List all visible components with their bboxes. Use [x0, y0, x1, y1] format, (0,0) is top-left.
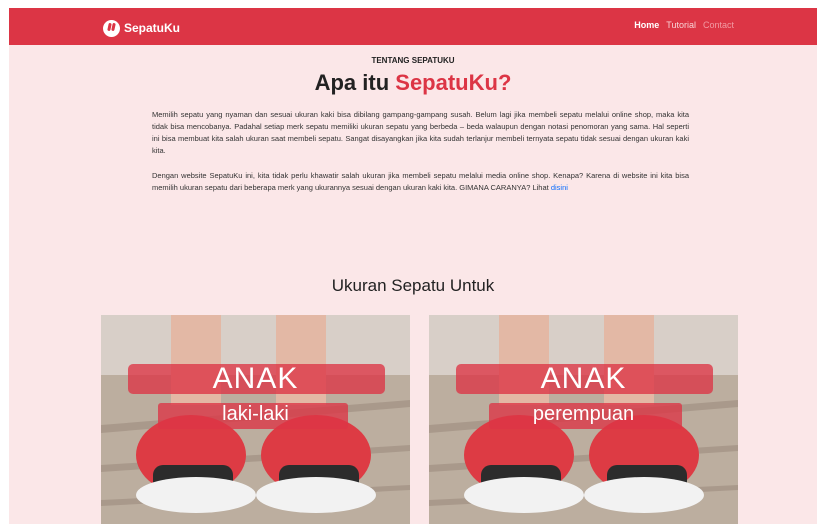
title-prefix: Apa itu [314, 70, 396, 95]
about-paragraph-2: Dengan website SepatuKu ini, kita tidak … [152, 170, 689, 194]
brand-name: SepatuKu [124, 21, 181, 35]
nav-link-tutorial[interactable]: Tutorial [666, 20, 696, 30]
page: SepatuKu Home Tutorial Contact TENTANG S… [9, 8, 817, 524]
nav-link-contact[interactable]: Contact [703, 20, 734, 30]
title-accent: SepatuKu? [395, 70, 512, 95]
nav-links: Home Tutorial Contact [634, 20, 734, 30]
card-subtitle: laki-laki [222, 403, 289, 425]
page-title: Apa itu SepatuKu? [9, 70, 817, 96]
brand-link[interactable]: SepatuKu [103, 19, 180, 37]
card-anak-laki-laki[interactable]: ANAK laki-laki [101, 315, 410, 524]
card-subtitle: perempuan [532, 403, 635, 425]
section-kicker: TENTANG SEPATUKU [371, 56, 455, 65]
nav-link-home[interactable]: Home [634, 20, 659, 30]
navbar: SepatuKu Home Tutorial Contact [9, 8, 817, 45]
card-title: ANAK [212, 362, 299, 395]
disini-link[interactable]: disini [551, 183, 568, 192]
card-anak-perempuan[interactable]: ANAK perempuan [429, 315, 738, 524]
card-title: ANAK [540, 362, 627, 395]
about-paragraph-1: Memilih sepatu yang nyaman dan sesuai uk… [152, 110, 689, 155]
sizes-section-title: Ukuran Sepatu Untuk [331, 276, 495, 295]
logo-icon [103, 19, 120, 37]
about-paragraph-2-text: Dengan website SepatuKu ini, kita tidak … [152, 171, 689, 192]
